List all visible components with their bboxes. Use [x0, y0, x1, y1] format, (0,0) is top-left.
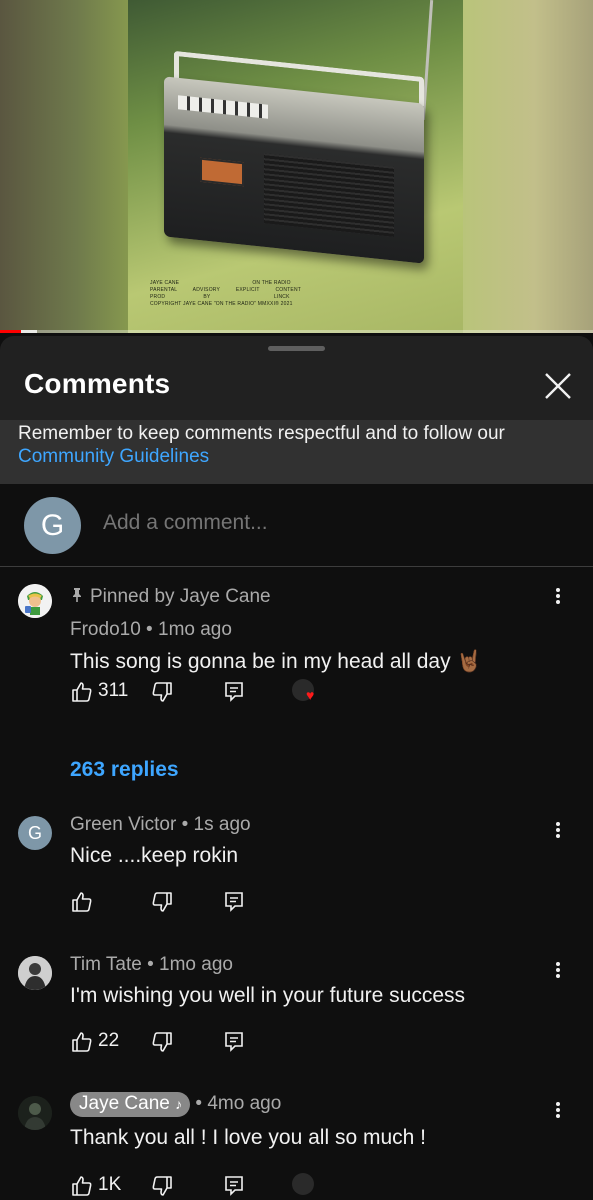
comment-actions: 22: [70, 1028, 470, 1056]
sheet-title: Comments: [24, 368, 171, 399]
view-replies-button[interactable]: 263 replies: [70, 758, 179, 782]
video-progress-fill: [0, 330, 21, 333]
comment-actions: 311 ♥: [70, 678, 470, 706]
video-blur-right: [463, 0, 593, 333]
reply-button[interactable]: [222, 1028, 252, 1056]
reply-icon: [225, 682, 243, 702]
comment-author[interactable]: Green Victor: [70, 814, 176, 835]
reply-icon: [225, 1032, 243, 1052]
comment-text: Thank you all ! I love you all so much !: [70, 1126, 427, 1149]
commenter-avatar[interactable]: G: [18, 816, 52, 850]
dislike-button[interactable]: [150, 888, 180, 916]
dislike-button[interactable]: [150, 1028, 180, 1056]
pinned-by-text: Pinned by Jaye Cane: [90, 586, 271, 607]
thumbs-up-icon: [72, 1176, 92, 1196]
add-comment-row[interactable]: G: [0, 484, 593, 567]
community-guidelines-link[interactable]: Community Guidelines: [18, 446, 209, 467]
radio-grille: [264, 153, 394, 237]
thumbs-down-icon: [152, 892, 172, 912]
heart-icon: ♥: [306, 687, 315, 703]
like-count: 22: [98, 1030, 120, 1051]
guidelines-notice: Remember to keep comments respectful and…: [0, 420, 593, 484]
video-buffer-fill: [21, 330, 37, 333]
creator-heart: [290, 1172, 324, 1200]
radio-illustration: [164, 0, 434, 270]
guidelines-text: Remember to keep comments respectful and…: [18, 423, 505, 444]
like-button[interactable]: 1K: [70, 1172, 130, 1200]
like-count: 1K: [98, 1174, 122, 1195]
comment-item: G Green Victor • 1s ago Nice ....keep ro…: [0, 806, 593, 948]
comment-menu-button[interactable]: [548, 816, 568, 844]
like-count: 311: [98, 680, 129, 701]
comment-author: Jaye Cane: [79, 1093, 170, 1114]
comment-author[interactable]: Tim Tate: [70, 954, 142, 975]
like-button[interactable]: 22: [70, 1028, 130, 1056]
pinned-label: Pinned by Jaye Cane: [70, 586, 271, 608]
creator-name-chip[interactable]: Jaye Cane ♪: [70, 1092, 191, 1117]
album-credit-line: COPYRIGHT JAYE CANE "ON THE RADIO" MMXXI…: [150, 301, 293, 307]
dislike-button[interactable]: [150, 678, 180, 706]
comment-time: 1mo ago: [158, 619, 232, 640]
comment-item: Tim Tate • 1mo ago I'm wishing you well …: [0, 948, 593, 1090]
comment-text: I'm wishing you well in your future succ…: [70, 984, 466, 1007]
user-avatar: G: [24, 497, 81, 554]
person-photo-icon: [18, 956, 52, 990]
reply-icon: [225, 1176, 243, 1196]
dislike-button[interactable]: [150, 1172, 180, 1200]
video-blur-left: [0, 0, 128, 333]
thumbs-up-icon: [72, 1032, 92, 1052]
radio-cassette: [200, 157, 244, 187]
comment-list[interactable]: G Pinned by Jaye Cane Frodo10 • 1mo ago: [0, 484, 593, 1200]
close-icon: [545, 373, 571, 399]
like-button[interactable]: [70, 888, 100, 916]
creator-avatar: [292, 1173, 314, 1195]
album-credit-line: PARENTAL ADVISORY EXPLICIT CONTENT: [150, 287, 302, 293]
comment-menu-button[interactable]: [548, 582, 568, 610]
close-button[interactable]: [538, 366, 578, 406]
comment-text: This song is gonna be in my head all day…: [70, 650, 483, 673]
comment-item: Pinned by Jaye Cane Frodo10 • 1mo ago Th…: [0, 566, 593, 806]
commenter-avatar[interactable]: [18, 1096, 52, 1130]
like-button[interactable]: 311: [70, 678, 140, 706]
comment-menu-button[interactable]: [548, 956, 568, 984]
thumbs-up-icon: [72, 682, 92, 702]
comment-time: 1mo ago: [159, 954, 233, 975]
reply-button[interactable]: [222, 678, 252, 706]
comment-actions: [70, 888, 470, 916]
reply-button[interactable]: [222, 1172, 252, 1200]
album-credit-line: PROD BY LINCK: [150, 294, 290, 300]
album-cover: JAYE CANE ON THE RADIO PARENTAL ADVISORY…: [128, 0, 463, 333]
comment-menu-button[interactable]: [548, 1096, 568, 1124]
commenter-avatar[interactable]: [18, 584, 52, 618]
thumbs-down-icon: [152, 682, 172, 702]
reply-button[interactable]: [222, 888, 252, 916]
album-credit-line: JAYE CANE ON THE RADIO: [150, 280, 291, 286]
add-comment-input[interactable]: [103, 511, 523, 535]
thumbs-down-icon: [152, 1032, 172, 1052]
comment-text: Nice ....keep rokin: [70, 844, 239, 867]
comments-sheet: Comments Remember to keep comments respe…: [0, 336, 593, 1200]
commenter-avatar[interactable]: [18, 956, 52, 990]
creator-photo-icon: [18, 1096, 52, 1130]
video-player[interactable]: JAYE CANE ON THE RADIO PARENTAL ADVISORY…: [0, 0, 593, 333]
comment-author[interactable]: Frodo10: [70, 619, 141, 640]
creator-heart: ♥: [290, 678, 324, 706]
video-progress-bar[interactable]: [0, 330, 593, 333]
comment-actions: 1K: [70, 1172, 470, 1200]
comment-time: 4mo ago: [207, 1093, 282, 1114]
reply-icon: [225, 892, 243, 912]
music-note-icon: ♪: [175, 1096, 183, 1112]
thumbs-down-icon: [152, 1176, 172, 1196]
character-avatar-icon: [18, 584, 52, 618]
pin-icon: [73, 588, 81, 602]
sheet-drag-handle[interactable]: [268, 346, 325, 351]
comment-time: 1s ago: [193, 814, 251, 835]
album-credits: JAYE CANE ON THE RADIO PARENTAL ADVISORY…: [150, 280, 450, 308]
thumbs-up-icon: [72, 892, 92, 912]
comment-item: Jaye Cane ♪ • 4mo ago Thank you all ! I …: [0, 1090, 593, 1200]
